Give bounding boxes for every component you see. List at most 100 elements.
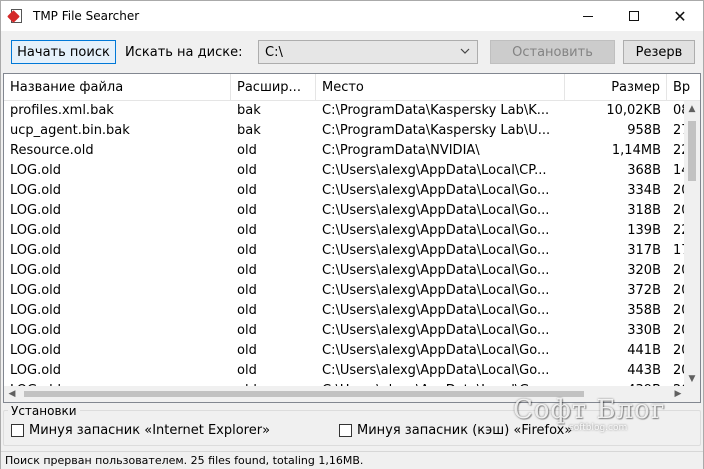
scroll-left-icon[interactable]: ◀: [4, 386, 20, 402]
cell-extension: old: [237, 323, 257, 338]
column-header-extension[interactable]: Расшир...: [231, 74, 316, 101]
table-row[interactable]: LOG.old old C:\Users\alexg\AppData\Local\G…: [4, 261, 686, 281]
cell-location: C:\Users\alexg\AppData\Local\Go...: [322, 323, 550, 338]
table-row[interactable]: LOG.old old C:\Users\alexg\AppData\Local\G…: [4, 361, 686, 381]
drive-select-value: C:\: [265, 44, 283, 60]
window-controls: ✕: [565, 1, 703, 31]
scrollbar-corner: [684, 386, 700, 402]
cell-extension: old: [237, 223, 257, 238]
cell-size: 334B: [627, 183, 661, 198]
table-row[interactable]: LOG.old old C:\Users\alexg\AppData\Local\G…: [4, 221, 686, 241]
vertical-scroll-thumb[interactable]: [688, 121, 696, 181]
cell-name: LOG.old: [10, 363, 62, 378]
cell-location: C:\Users\alexg\AppData\Local\Go...: [322, 343, 550, 358]
cell-extension: old: [237, 143, 257, 158]
table-row[interactable]: LOG.old old C:\Users\alexg\AppData\Local\G…: [4, 321, 686, 341]
cell-location: C:\Users\alexg\AppData\Local\Go...: [322, 243, 550, 258]
cell-size: 441B: [627, 343, 661, 358]
table-row[interactable]: LOG.old old C:\Users\alexg\AppData\Local\G…: [4, 241, 686, 261]
cell-extension: bak: [237, 123, 261, 138]
skip-firefox-checkbox[interactable]: Минуя запасник (кэш) «Firefox»: [339, 423, 572, 438]
list-rows: profiles.xml.bak bak C:\ProgramData\Kasper…: [4, 101, 686, 387]
table-row[interactable]: LOG.old old C:\Users\alexg\AppData\Local\G…: [4, 201, 686, 221]
settings-group: Установки Минуя запасник «Internet Explo…: [3, 404, 701, 446]
cell-extension: old: [237, 343, 257, 358]
skip-ie-checkbox[interactable]: Минуя запасник «Internet Explorer»: [11, 423, 270, 438]
search-on-disk-label: Искать на диске:: [125, 45, 243, 60]
status-bar: Поиск прерван пользователем. 25 files fo…: [1, 451, 703, 469]
cell-size: 139B: [627, 223, 661, 238]
cell-size: 318B: [627, 203, 661, 218]
scroll-down-icon[interactable]: ▼: [684, 371, 700, 387]
stop-button[interactable]: Остановить: [490, 40, 615, 64]
cell-size: 320B: [627, 263, 661, 278]
app-icon: [7, 8, 25, 24]
cell-name: LOG.old: [10, 203, 62, 218]
horizontal-scrollbar[interactable]: ◀ ▶: [4, 386, 686, 402]
cell-size: 1,14MB: [611, 143, 661, 158]
toolbar: Начать поиск Искать на диске: C:\ Остано…: [1, 31, 703, 71]
drive-select[interactable]: C:\: [258, 40, 478, 64]
cell-name: LOG.old: [10, 323, 62, 338]
cell-name: profiles.xml.bak: [10, 103, 114, 118]
table-row[interactable]: ucp_agent.bin.bak bak C:\ProgramData\Kaspe…: [4, 121, 686, 141]
cell-name: LOG.old: [10, 183, 62, 198]
cell-size: 958B: [627, 123, 661, 138]
chevron-down-icon: [460, 48, 470, 54]
horizontal-scroll-thumb[interactable]: [24, 391, 584, 397]
cell-name: ucp_agent.bin.bak: [10, 123, 130, 138]
cell-location: C:\Users\alexg\AppData\Local\Go...: [322, 283, 550, 298]
cell-size: 10,02KB: [606, 103, 661, 118]
maximize-icon: [629, 11, 639, 21]
results-list[interactable]: Название файла Расшир... Место Размер Вр…: [3, 73, 701, 403]
checkbox-icon[interactable]: [339, 424, 352, 437]
close-button[interactable]: ✕: [657, 1, 703, 31]
table-row[interactable]: LOG.old old C:\Users\alexg\AppData\Local\G…: [4, 181, 686, 201]
status-text: Поиск прерван пользователем. 25 files fo…: [5, 454, 364, 467]
cell-name: LOG.old: [10, 343, 62, 358]
table-row[interactable]: LOG.old old C:\Users\alexg\AppData\Local\G…: [4, 341, 686, 361]
cell-name: Resource.old: [10, 143, 94, 158]
cell-location: C:\Users\alexg\AppData\Local\Go...: [322, 363, 550, 378]
close-icon: ✕: [673, 6, 687, 26]
cell-extension: old: [237, 203, 257, 218]
title-bar: TMP File Searcher ✕: [1, 1, 703, 31]
skip-firefox-label: Минуя запасник (кэш) «Firefox»: [357, 423, 573, 438]
start-search-button[interactable]: Начать поиск: [11, 40, 116, 64]
vertical-scrollbar[interactable]: ▲ ▼: [684, 101, 700, 387]
cell-name: LOG.old: [10, 243, 62, 258]
cell-location: C:\ProgramData\Kaspersky Lab\K...: [322, 103, 550, 118]
table-row[interactable]: profiles.xml.bak bak C:\ProgramData\Kasper…: [4, 101, 686, 121]
cell-size: 317B: [627, 243, 661, 258]
maximize-button[interactable]: [611, 1, 657, 31]
cell-location: C:\Users\alexg\AppData\Local\Go...: [322, 263, 550, 278]
cell-extension: old: [237, 263, 257, 278]
settings-group-title: Установки: [8, 404, 80, 418]
list-header: Название файла Расшир... Место Размер Вр: [4, 74, 700, 101]
app-window: TMP File Searcher ✕ Начать поиск Искать …: [0, 0, 704, 469]
column-header-name[interactable]: Название файла: [4, 74, 231, 101]
column-header-size[interactable]: Размер: [565, 74, 667, 101]
minimize-icon: [583, 15, 593, 17]
cell-extension: old: [237, 303, 257, 318]
cell-size: 358B: [627, 303, 661, 318]
window-title: TMP File Searcher: [33, 9, 140, 23]
cell-extension: old: [237, 363, 257, 378]
table-row[interactable]: Resource.old old C:\ProgramData\NVIDIA\ 1,1…: [4, 141, 686, 161]
cell-location: C:\Users\alexg\AppData\Local\Go...: [322, 223, 550, 238]
minimize-button[interactable]: [565, 1, 611, 31]
table-row[interactable]: LOG.old old C:\Users\alexg\AppData\Local\C…: [4, 161, 686, 181]
scroll-up-icon[interactable]: ▲: [684, 101, 700, 117]
cell-name: LOG.old: [10, 223, 62, 238]
column-header-time[interactable]: Вр: [667, 74, 700, 101]
skip-ie-label: Минуя запасник «Internet Explorer»: [29, 423, 271, 438]
cell-size: 330B: [627, 323, 661, 338]
table-row[interactable]: LOG.old old C:\Users\alexg\AppData\Local\G…: [4, 281, 686, 301]
backup-button[interactable]: Резерв: [623, 40, 695, 64]
column-header-location[interactable]: Место: [316, 74, 565, 101]
table-row[interactable]: LOG.old old C:\Users\alexg\AppData\Local\G…: [4, 301, 686, 321]
checkbox-icon[interactable]: [11, 424, 24, 437]
cell-extension: old: [237, 163, 257, 178]
cell-name: LOG.old: [10, 303, 62, 318]
cell-extension: old: [237, 183, 257, 198]
